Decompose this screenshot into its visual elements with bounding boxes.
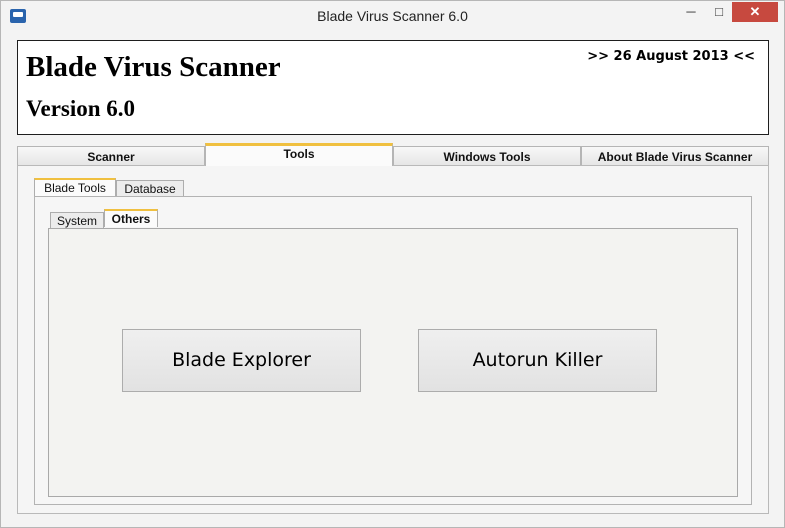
app-window: Blade Virus Scanner 6.0 ─ □ ✕ Blade Viru… [0, 0, 785, 528]
tab-scanner[interactable]: Scanner [17, 146, 205, 165]
version-label: Version 6.0 [26, 96, 136, 121]
close-button[interactable]: ✕ [732, 2, 778, 22]
tab-about[interactable]: About Blade Virus Scanner [581, 146, 769, 165]
blade-explorer-button[interactable]: Blade Explorer [122, 329, 361, 392]
window-title: Blade Virus Scanner 6.0 [317, 8, 468, 24]
app-name-heading: Blade Virus Scanner [26, 51, 281, 83]
autorun-killer-button[interactable]: Autorun Killer [418, 329, 657, 392]
tab-blade-tools[interactable]: Blade Tools [34, 178, 116, 196]
tab-others[interactable]: Others [104, 209, 158, 227]
minimize-button[interactable]: ─ [677, 2, 705, 22]
maximize-button[interactable]: □ [705, 2, 733, 22]
header-banner: Blade Virus Scanner Version 6.0 >> 26 Au… [17, 40, 769, 135]
tab-tools[interactable]: Tools [205, 143, 393, 166]
title-bar[interactable]: Blade Virus Scanner 6.0 ─ □ ✕ [1, 1, 784, 31]
release-date-label: >> 26 August 2013 << [587, 49, 755, 64]
tab-windows-tools[interactable]: Windows Tools [393, 146, 581, 165]
